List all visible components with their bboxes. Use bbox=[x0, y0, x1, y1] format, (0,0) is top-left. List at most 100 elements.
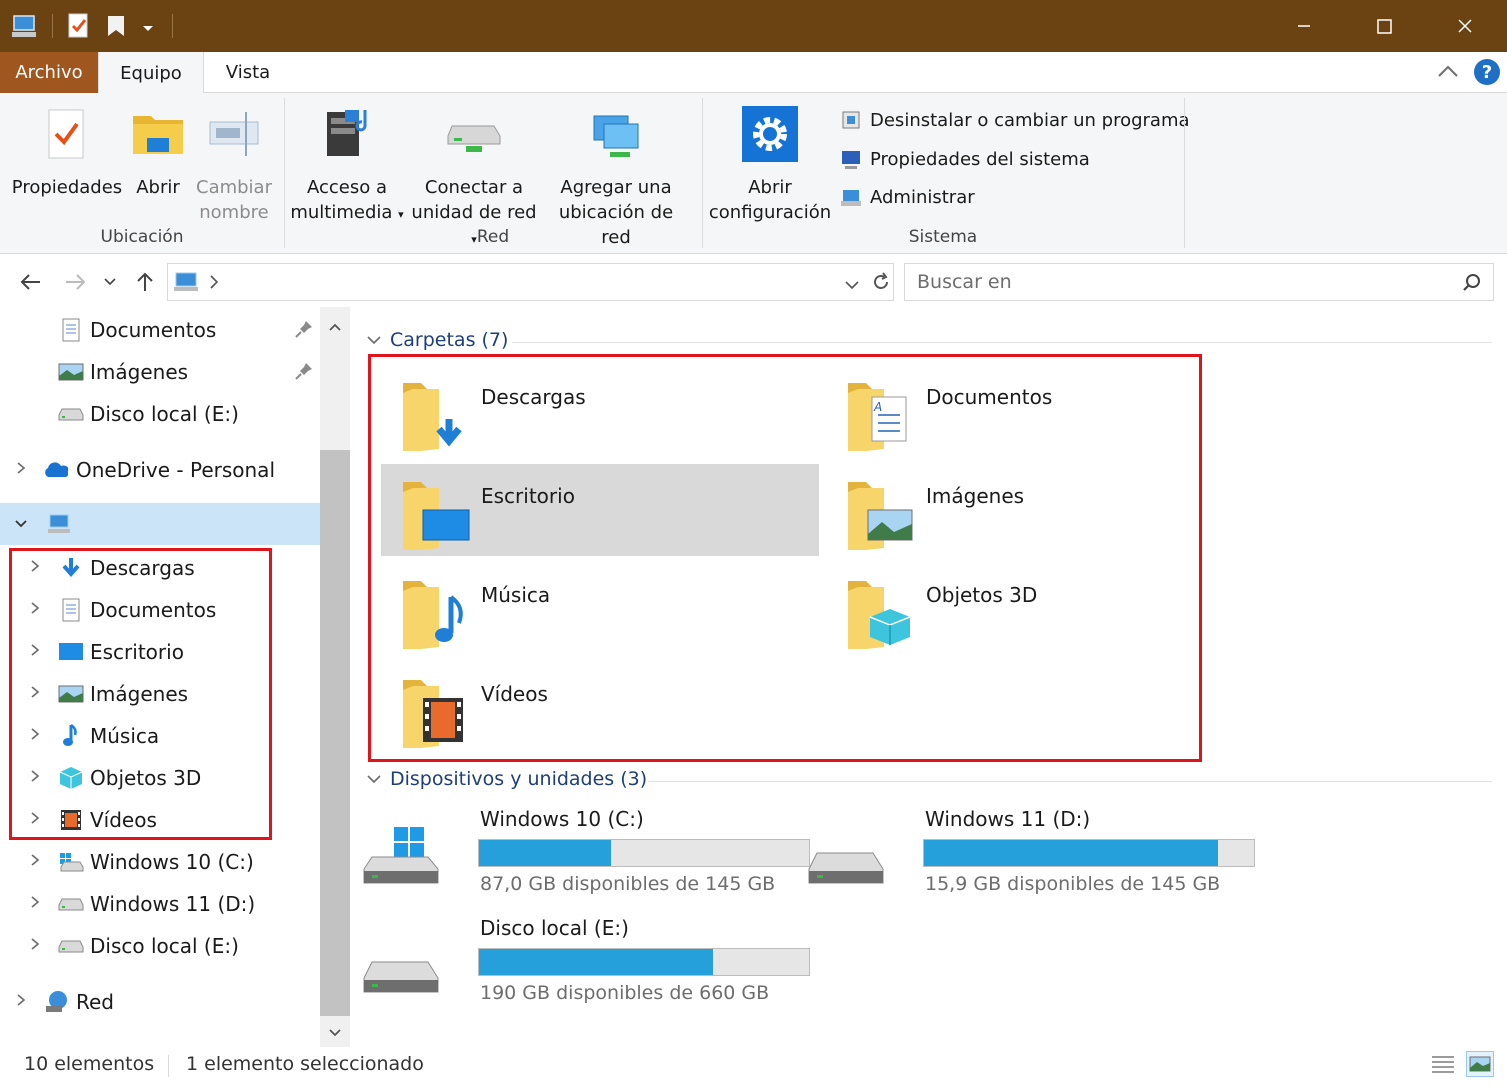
ribbon-tabs: Archivo Equipo Vista ? bbox=[0, 52, 1507, 94]
folder-tile[interactable]: Objetos 3D bbox=[826, 563, 1264, 655]
refresh-icon[interactable] bbox=[866, 267, 896, 297]
documents-icon bbox=[58, 317, 84, 343]
nav-item-objetos-3d[interactable]: Objetos 3D bbox=[0, 757, 320, 799]
nav-item-descargas[interactable]: Descargas bbox=[0, 547, 320, 589]
abrir-button[interactable]: Abrir bbox=[128, 93, 188, 200]
expand-chevron-icon[interactable] bbox=[28, 685, 42, 703]
customize-quick-access-chevron-icon[interactable] bbox=[140, 0, 156, 52]
drive-usage-fill bbox=[924, 840, 1218, 866]
this-pc-address-icon bbox=[172, 270, 202, 298]
nav-item-onedrive[interactable]: OneDrive - Personal bbox=[0, 449, 320, 491]
expand-chevron-icon[interactable] bbox=[28, 811, 42, 829]
folder-tile[interactable]: Vídeos bbox=[381, 662, 819, 754]
nav-item-disco-e-pinned[interactable]: Disco local (E:) bbox=[0, 393, 320, 435]
help-icon[interactable]: ? bbox=[1474, 59, 1500, 85]
folder-label: Objetos 3D bbox=[926, 583, 1038, 607]
pin-icon[interactable] bbox=[294, 361, 314, 386]
expand-chevron-icon[interactable] bbox=[28, 643, 42, 661]
nav-item-imagenes[interactable]: Imágenes bbox=[0, 673, 320, 715]
maximize-button[interactable] bbox=[1344, 0, 1424, 52]
propiedades-sistema-label: Propiedades del sistema bbox=[870, 148, 1090, 170]
search-input[interactable]: Buscar en bbox=[904, 263, 1494, 301]
search-icon[interactable] bbox=[1462, 273, 1482, 297]
address-history-chevron-icon[interactable] bbox=[844, 276, 860, 295]
scrollbar-thumb[interactable] bbox=[320, 450, 350, 1016]
desinstalar-button[interactable]: Desinstalar o cambiar un programa bbox=[838, 106, 1190, 134]
drive-tile[interactable]: Windows 11 (D:) 15,9 GB disponibles de 14… bbox=[797, 807, 1255, 907]
windows-drive-icon bbox=[58, 849, 84, 875]
expand-chevron-icon[interactable] bbox=[14, 461, 28, 479]
propiedades-sistema-button[interactable]: Propiedades del sistema bbox=[838, 145, 1090, 173]
drive-tile[interactable]: Windows 10 (C:) 87,0 GB disponibles de 14… bbox=[352, 807, 810, 907]
abrir-configuracion-button[interactable]: Abrir configuración bbox=[708, 93, 832, 225]
up-arrow-icon[interactable] bbox=[130, 267, 160, 297]
cambiar-nombre-button[interactable]: Cambiar nombre bbox=[192, 93, 276, 225]
expand-chevron-icon[interactable] bbox=[14, 993, 28, 1011]
expand-chevron-icon[interactable] bbox=[28, 937, 42, 955]
expand-chevron-icon[interactable] bbox=[28, 895, 42, 913]
devices-header-divider bbox=[648, 781, 1492, 782]
drive-tile[interactable]: Disco local (E:) 190 GB disponibles de 66… bbox=[352, 916, 810, 1016]
nav-item-videos[interactable]: Vídeos bbox=[0, 799, 320, 841]
new-folder-quick-icon[interactable] bbox=[104, 0, 130, 52]
nav-item-documentos-pinned[interactable]: Documentos bbox=[0, 309, 320, 351]
folder-tile[interactable]: Música bbox=[381, 563, 819, 655]
administrar-button[interactable]: Administrar bbox=[838, 183, 975, 211]
propiedades-button[interactable]: Propiedades bbox=[10, 93, 124, 200]
acceso-label-2: multimedia ▾ bbox=[290, 202, 404, 223]
recent-locations-chevron-icon[interactable] bbox=[98, 267, 122, 297]
nav-label: Windows 11 (D:) bbox=[90, 892, 256, 916]
forward-arrow-icon[interactable] bbox=[60, 267, 90, 297]
expand-chevron-icon[interactable] bbox=[28, 727, 42, 745]
group-label-red: Red bbox=[476, 227, 510, 247]
tab-vista[interactable]: Vista bbox=[204, 52, 292, 93]
collapse-ribbon-chevron-icon[interactable] bbox=[1436, 62, 1460, 86]
nav-item-imagenes-pinned[interactable]: Imágenes bbox=[0, 351, 320, 393]
rename-icon bbox=[192, 93, 276, 175]
address-separator-chevron-icon[interactable] bbox=[208, 272, 220, 296]
nav-item-disco-local-e[interactable]: Disco local (E:) bbox=[0, 925, 320, 967]
nav-item-escritorio[interactable]: Escritorio bbox=[0, 631, 320, 673]
network-location-icon bbox=[542, 93, 690, 175]
close-button[interactable] bbox=[1425, 0, 1505, 52]
nav-label: Descargas bbox=[90, 556, 195, 580]
nav-scrollbar[interactable] bbox=[320, 307, 350, 1047]
address-bar[interactable] bbox=[167, 263, 894, 301]
folder-tile[interactable]: Descargas bbox=[381, 365, 819, 457]
tab-equipo[interactable]: Equipo bbox=[98, 52, 204, 94]
pin-icon[interactable] bbox=[294, 319, 314, 344]
drive-space-info: 190 GB disponibles de 660 GB bbox=[480, 982, 770, 1004]
properties-quick-icon[interactable] bbox=[66, 0, 92, 52]
folder-tile[interactable]: Escritorio bbox=[381, 464, 819, 556]
folders-group-header[interactable]: Carpetas (7) bbox=[366, 329, 508, 351]
nav-item-documentos[interactable]: Documentos bbox=[0, 589, 320, 631]
expand-chevron-icon[interactable] bbox=[28, 559, 42, 577]
expand-chevron-icon[interactable] bbox=[28, 853, 42, 871]
cambiar-label-2: nombre bbox=[199, 202, 269, 223]
nav-item-musica[interactable]: Música bbox=[0, 715, 320, 757]
group-collapse-chevron-icon bbox=[367, 336, 381, 345]
scroll-down-chevron-icon[interactable] bbox=[328, 1023, 342, 1042]
folder-tile[interactable]: Imágenes bbox=[826, 464, 1264, 556]
collapse-chevron-icon[interactable] bbox=[14, 515, 28, 533]
group-collapse-chevron-icon bbox=[367, 775, 381, 784]
this-pc-icon[interactable] bbox=[10, 0, 40, 52]
back-arrow-icon[interactable] bbox=[16, 267, 46, 297]
nav-item-this-pc[interactable] bbox=[0, 503, 320, 545]
expand-chevron-icon[interactable] bbox=[28, 601, 42, 619]
scroll-up-chevron-icon[interactable] bbox=[328, 317, 342, 336]
folder-tile[interactable]: A Documentos bbox=[826, 365, 1264, 457]
acceso-multimedia-button[interactable]: Acceso a multimedia ▾ bbox=[290, 93, 404, 227]
minimize-button[interactable] bbox=[1264, 0, 1344, 52]
tab-archivo[interactable]: Archivo bbox=[0, 52, 98, 93]
pictures-folder-icon bbox=[848, 482, 913, 550]
nav-label: Documentos bbox=[90, 598, 217, 622]
nav-item-windows-11-d[interactable]: Windows 11 (D:) bbox=[0, 883, 320, 925]
download-folder-icon bbox=[403, 383, 462, 451]
large-icons-view-icon[interactable] bbox=[1466, 1051, 1494, 1077]
nav-item-red[interactable]: Red bbox=[0, 981, 320, 1023]
nav-item-windows-10-c[interactable]: Windows 10 (C:) bbox=[0, 841, 320, 883]
devices-group-header[interactable]: Dispositivos y unidades (3) bbox=[366, 768, 647, 790]
details-view-icon[interactable] bbox=[1430, 1053, 1456, 1080]
expand-chevron-icon[interactable] bbox=[28, 769, 42, 787]
